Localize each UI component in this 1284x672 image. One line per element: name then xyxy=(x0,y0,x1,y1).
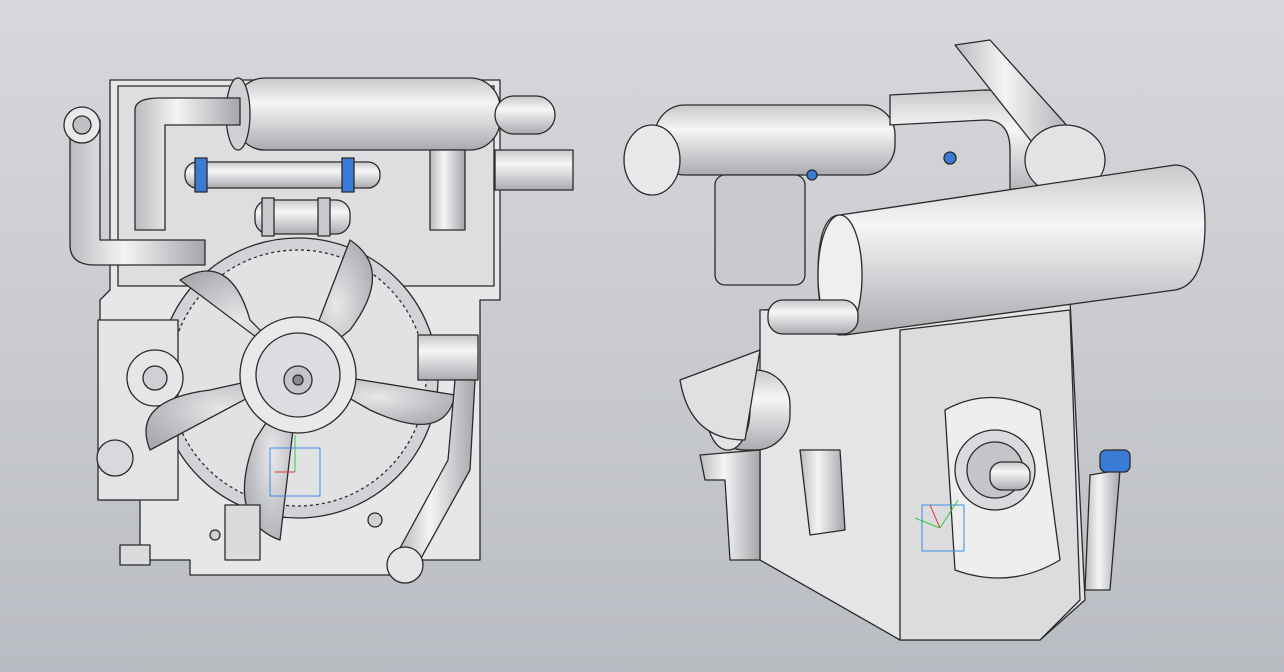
hose-clamp-iso xyxy=(943,151,957,165)
thermostat-housing xyxy=(417,334,479,381)
outlet-pipe xyxy=(494,149,574,191)
tailpipe-front xyxy=(494,95,556,135)
crankshaft xyxy=(989,461,1031,491)
starter-bracket xyxy=(224,504,261,561)
hose-clamp xyxy=(194,157,208,193)
air-filter-box xyxy=(714,174,806,286)
exhaust-pipe-right xyxy=(429,149,466,231)
muffler-rear xyxy=(654,104,896,176)
cad-viewport[interactable] xyxy=(0,0,1284,672)
coolant-pipe-iso xyxy=(699,449,761,561)
blue-cap xyxy=(1099,449,1131,473)
muffler-front xyxy=(234,77,501,151)
tailpipe-iso xyxy=(767,299,859,335)
cad-scene xyxy=(63,39,1206,641)
water-outlet xyxy=(1084,469,1121,591)
engine-isometric-view[interactable] xyxy=(623,39,1206,641)
hose-clamp-iso-2 xyxy=(806,169,818,181)
muffler-front-iso xyxy=(817,164,1206,336)
hose-clamp xyxy=(341,157,355,193)
engine-front-view[interactable] xyxy=(63,77,574,584)
